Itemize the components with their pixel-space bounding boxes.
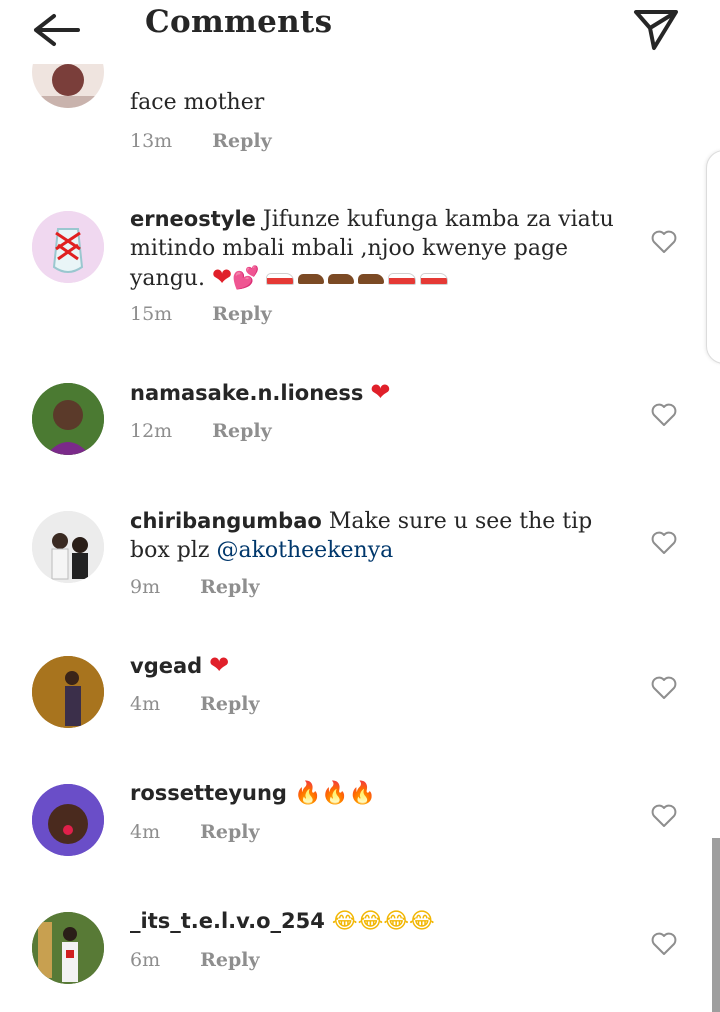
comment-meta: 12m Reply: [130, 420, 272, 442]
comment-username[interactable]: chiribangumbao: [130, 509, 322, 533]
reply-button[interactable]: Reply: [212, 130, 271, 152]
sneaker-icon: [388, 273, 417, 285]
avatar[interactable]: [32, 784, 104, 856]
comment-meta: 15m Reply: [130, 303, 272, 325]
comment-time: 4m: [130, 821, 161, 843]
two-hearts-icon: 💕: [232, 266, 260, 291]
mention-link[interactable]: @akotheekenya: [216, 538, 393, 563]
comment-time: 13m: [130, 130, 173, 152]
mans-shoe-icon: [358, 274, 385, 284]
scrollbar[interactable]: [712, 838, 720, 1012]
laughing-tears-icon: 😂: [409, 909, 435, 934]
comment-meta: 4m Reply: [130, 693, 260, 715]
share-button[interactable]: [632, 6, 680, 52]
sneaker-icon: [266, 273, 295, 285]
like-heart-icon[interactable]: [651, 676, 677, 700]
comment-meta: 6m Reply: [130, 949, 260, 971]
fire-icon: 🔥: [293, 781, 322, 806]
comment-time: 4m: [130, 693, 161, 715]
fire-icon: 🔥: [348, 781, 377, 806]
comment-text: face mother: [130, 90, 265, 115]
arrow-left-icon: [34, 14, 80, 46]
reply-button[interactable]: Reply: [212, 420, 271, 442]
comment-time: 9m: [130, 576, 161, 598]
page-title: Comments: [145, 4, 333, 40]
avatar[interactable]: [32, 383, 104, 455]
comment-username[interactable]: namasake.n.lioness: [130, 381, 363, 405]
comment-meta: 4m Reply: [130, 821, 260, 843]
paper-plane-icon: [634, 10, 678, 50]
laughing-tears-icon: 😂: [357, 909, 384, 934]
sneaker-icon: [420, 273, 449, 285]
mans-shoe-icon: [298, 274, 325, 284]
comment-meta: 13m Reply: [130, 130, 272, 152]
avatar[interactable]: [32, 211, 104, 283]
red-heart-icon: ❤: [209, 651, 230, 679]
comment-meta: 9m Reply: [130, 576, 260, 598]
edge-panel-handle[interactable]: [706, 150, 720, 364]
fire-icon: 🔥: [321, 781, 349, 806]
like-heart-icon[interactable]: [651, 531, 677, 555]
avatar[interactable]: [32, 912, 104, 984]
avatar[interactable]: [32, 511, 104, 583]
comment-username[interactable]: _its_t.e.l.v.o_254: [130, 909, 325, 933]
comment-time: 12m: [130, 420, 173, 442]
laughing-tears-icon: 😂: [331, 909, 358, 934]
avatar[interactable]: [32, 656, 104, 728]
comment-time: 15m: [130, 303, 173, 325]
comment-username[interactable]: vgead: [130, 654, 202, 678]
like-heart-icon[interactable]: [651, 804, 677, 828]
comment-username[interactable]: erneostyle: [130, 207, 256, 231]
back-button[interactable]: [30, 10, 82, 50]
top-bar: Comments: [0, 0, 720, 64]
comment-username[interactable]: rossetteyung: [130, 781, 287, 805]
mans-shoe-icon: [328, 274, 355, 284]
reply-button[interactable]: Reply: [212, 303, 271, 325]
like-heart-icon[interactable]: [651, 230, 677, 254]
reply-button[interactable]: Reply: [200, 693, 259, 715]
reply-button[interactable]: Reply: [200, 949, 259, 971]
red-heart-icon: ❤: [370, 378, 391, 406]
like-heart-icon[interactable]: [651, 403, 677, 427]
red-heart-icon: ❤: [211, 263, 233, 291]
laughing-tears-icon: 😂: [383, 909, 410, 934]
like-heart-icon[interactable]: [651, 932, 677, 956]
reply-button[interactable]: Reply: [200, 821, 259, 843]
comment-time: 6m: [130, 949, 161, 971]
reply-button[interactable]: Reply: [200, 576, 259, 598]
